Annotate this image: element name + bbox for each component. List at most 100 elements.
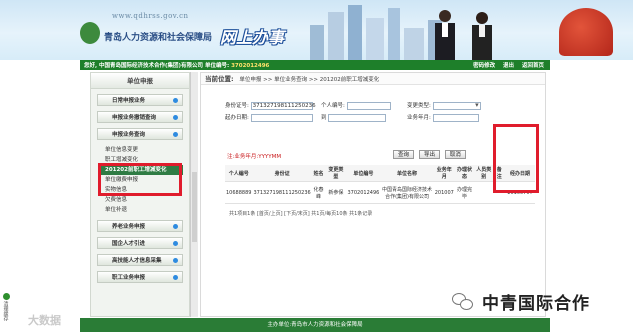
sidebar-item-label: 职工业务申报 [112,275,146,281]
end-date-input[interactable] [328,113,387,122]
col-person-no: 个人编号 [225,165,253,182]
top-nav-bar: 您好, 中国青岛国际经济技术合作(集团)有限公司 单位编号: 370201249… [80,60,550,70]
top-nav-links: 密码修改 退出 返回首页 [467,61,544,69]
cell-business-month: 201007 [433,181,455,204]
cell-change-type: 新参保 [325,181,347,204]
may-fourth-sculpture-image [559,8,613,56]
col-id-card: 身份证 [252,165,312,182]
form-buttons: 查询 导出 取消 [393,150,469,159]
highlight-box-handle-date [493,124,539,193]
change-password-link[interactable]: 密码修改 [473,63,495,69]
emblem-icon [80,22,100,44]
expand-icon [173,224,178,229]
watermark-brand: 中青国际合作 [482,294,590,314]
breadcrumb: 当前位置: 单位申报 >> 单位业务查询 >> 201202前职工增减变化 [201,73,545,85]
breadcrumb-path: 单位申报 >> 单位业务查询 >> 201202前职工增减变化 [239,77,380,83]
unit-code-label: 单位编号: [204,63,230,69]
person-no-input[interactable] [346,101,391,110]
expand-icon [173,275,178,280]
business-people-image [435,10,492,60]
main-panel: 当前位置: 单位申报 >> 单位业务查询 >> 201202前职工增减变化 身份… [200,72,546,317]
id-number-label: 身份证号: [225,103,249,109]
clear-cache-tab[interactable]: 清理缓存 [0,293,12,332]
date-format-note: 注:业务年月:YYYYMM [227,154,282,160]
table-header-row: 个人编号 身份证 姓名 变更类型 单位编号 单位名称 业务年月 办理状态 人员类… [225,165,535,182]
sidebar-item-pension-declaration[interactable]: 养老业务申报 [97,220,183,232]
pagination[interactable]: 共1项目1条 [首页/上页] [下页/末页] 共1页/每页10条 共1条记录 [229,210,372,217]
sidebar-item-label: 高技能人才信息采集 [112,258,162,264]
person-no-row: 个人编号: [321,101,391,110]
expand-icon [173,241,178,246]
unit-code: 3702012496 [231,63,270,69]
table-row[interactable]: 10688889 371327198111250236 化春峰 新参保 3702… [225,181,535,204]
results-table: 个人编号 身份证 姓名 变更类型 单位编号 单位名称 业务年月 办理状态 人员类… [225,165,535,204]
end-date-label: 到 [321,115,327,121]
sidebar-item-label: 国企人才引进 [112,241,146,247]
sidebar-scrollbar[interactable] [190,72,198,317]
sidebar-item-daily-declaration[interactable]: 日常申报业务 [97,94,183,106]
sidebar-item-staff-declaration[interactable]: 职工业务申报 [97,271,183,283]
expand-icon [173,258,178,263]
cell-name: 化春峰 [311,181,326,204]
breadcrumb-position-label: 当前位置: [205,75,234,83]
business-month-label: 业务年月: [407,115,431,121]
site-url: www.qdhrss.gov.cn [112,12,189,20]
person-no-label: 个人编号: [321,103,345,109]
business-month-input[interactable] [432,113,479,122]
logout-link[interactable]: 退出 [503,63,514,69]
expand-icon [173,115,178,120]
sidebar-item-label: 申报业务撤销查询 [112,115,157,121]
sidebar-item-talent-intro[interactable]: 国企人才引进 [97,237,183,249]
start-date-label: 起办日期: [225,115,249,121]
col-unit-no: 单位编号 [346,165,381,182]
cell-person-no: 10688889 [225,181,253,204]
watermark-left: 大数据 [28,314,61,327]
highlight-box-sidebar [98,163,182,196]
watermark-right: 中青国际合作 [452,289,590,314]
expand-icon [173,98,178,103]
wechat-icon [452,292,474,311]
sidebar-item-revoke-query[interactable]: 申报业务撤销查询 [97,111,183,123]
col-unit-name: 单位名称 [380,165,434,182]
sidebar-title: 单位申报 [91,73,189,89]
scrollbar-thumb[interactable] [192,172,197,242]
col-status: 办理状态 [454,165,475,182]
cell-unit-name: 中国青岛国际经济技术合作(集团)有限公司 [380,181,434,204]
export-button[interactable]: 导出 [418,150,440,159]
sidebar-item-label: 申报业务查询 [112,132,146,138]
sub-item-unit-info-change[interactable]: 单位信息变更 [101,145,183,155]
header-banner: www.qdhrss.gov.cn 青岛人力资源和社会保障局 网上办事 [0,0,633,60]
company-name: 中国青岛国际经济技术合作(集团)有限公司 [99,63,204,69]
change-type-row: 变更类型: [407,101,481,110]
col-business-month: 业务年月 [433,165,455,182]
sub-item-unit-refund[interactable]: 单位补退 [101,205,183,215]
query-button[interactable]: 查询 [393,150,415,159]
start-date-input[interactable] [250,113,313,122]
change-type-select[interactable] [432,101,481,110]
sidebar-item-business-query[interactable]: 申报业务查询 [97,128,183,140]
cell-status: 办理完毕 [454,181,475,204]
id-number-input[interactable]: 371327198111250236 [250,101,316,110]
footer: 主办单位:青岛市人力资源和社会保障局 [80,318,550,332]
cell-id-card: 371327198111250236 [252,181,312,204]
sidebar-item-label: 日常申报业务 [112,98,146,104]
greeting-prefix: 您好, [84,63,98,69]
home-link[interactable]: 返回首页 [522,63,544,69]
cancel-button[interactable]: 取消 [444,150,466,159]
cache-icon [2,293,10,300]
id-number-row: 身份证号: 371327198111250236 [225,101,316,110]
change-type-label: 变更类型: [407,103,431,109]
org-name: 青岛人力资源和社会保障局 [104,33,213,43]
clear-cache-label: 清理缓存 [2,301,9,321]
query-form: 身份证号: 371327198111250236 个人编号: 变更类型: 起办日… [211,95,539,217]
sidebar-item-label: 养老业务申报 [112,224,146,230]
cell-unit-no: 3702012496 [346,181,381,204]
col-change-type: 变更类型 [325,165,347,182]
cell-person-category [474,181,494,204]
sidebar-item-skilled-talent[interactable]: 高技能人才信息采集 [97,254,183,266]
sub-item-arrears-info[interactable]: 欠费信息 [101,195,183,205]
start-date-row: 起办日期: [225,113,313,122]
online-office-title: 网上办事 [220,28,285,47]
collapse-icon [173,132,178,137]
col-name: 姓名 [311,165,326,182]
